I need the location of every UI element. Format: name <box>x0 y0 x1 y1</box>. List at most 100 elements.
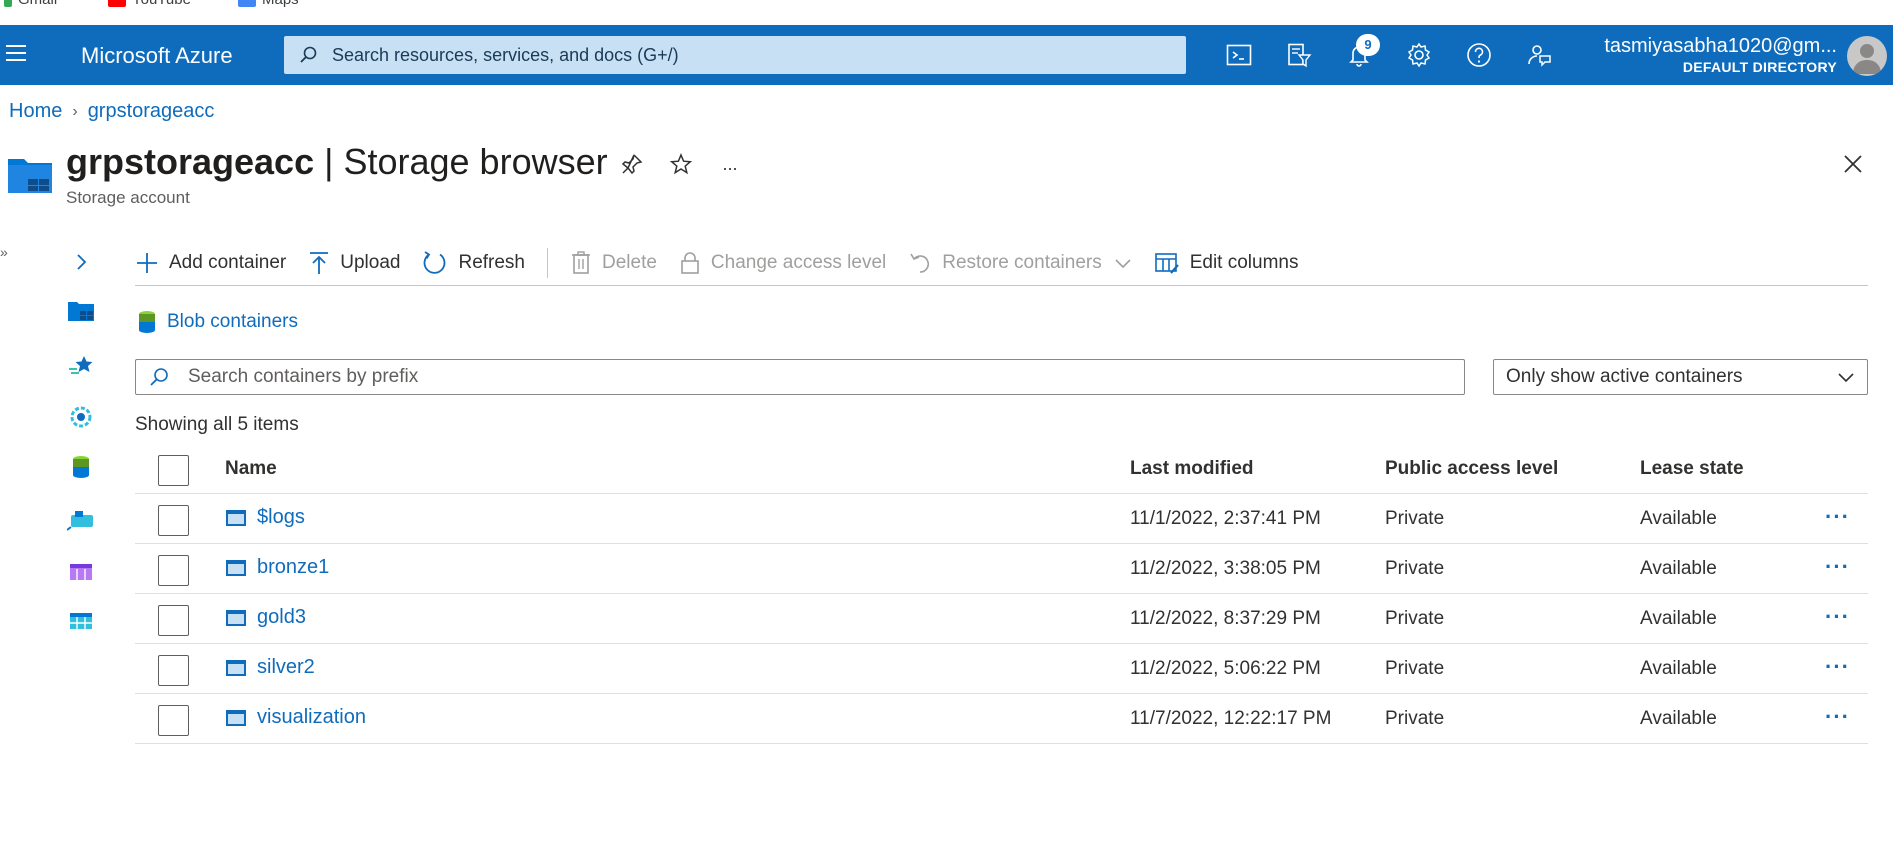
row-more-actions-icon[interactable]: ··· <box>1825 654 1850 680</box>
edit-columns-button[interactable]: Edit columns <box>1154 251 1299 275</box>
delete-label: Delete <box>602 251 657 273</box>
delete-button[interactable]: Delete <box>570 250 657 275</box>
column-header-name[interactable]: Name <box>225 458 277 480</box>
storage-account-icon[interactable] <box>66 296 96 326</box>
command-divider <box>547 247 548 278</box>
undo-icon <box>910 253 930 273</box>
row-checkbox[interactable] <box>158 605 189 636</box>
global-search-input[interactable]: Search resources, services, and docs (G+… <box>284 36 1186 74</box>
feedback-icon[interactable] <box>1524 40 1554 70</box>
column-header-lease-state[interactable]: Lease state <box>1640 458 1744 480</box>
access-level-cell: Private <box>1385 558 1445 579</box>
row-checkbox[interactable] <box>158 655 189 686</box>
breadcrumb-resource[interactable]: grpstorageacc <box>88 100 215 123</box>
add-container-label: Add container <box>169 251 287 273</box>
chevron-down-icon <box>1115 258 1131 268</box>
chevron-down-icon <box>1838 373 1854 383</box>
cloud-shell-icon[interactable] <box>1224 40 1254 70</box>
recent-icon[interactable] <box>66 402 96 432</box>
blob-containers-icon <box>139 311 155 333</box>
gmail-icon <box>4 0 12 7</box>
blob-containers-breadcrumb[interactable]: Blob containers <box>137 310 298 334</box>
queues-icon[interactable] <box>66 557 96 587</box>
container-name-link[interactable]: $logs <box>225 506 305 529</box>
title-separator: | <box>314 141 344 182</box>
brand-title[interactable]: Microsoft Azure <box>81 43 233 69</box>
rail-expand-chevron-icon[interactable] <box>66 247 96 277</box>
lease-state-cell: Available <box>1640 508 1717 529</box>
row-checkbox[interactable] <box>158 505 189 536</box>
container-name-link[interactable]: visualization <box>225 706 366 729</box>
lease-state-cell: Available <box>1640 658 1717 679</box>
user-directory: DEFAULT DIRECTORY <box>1682 59 1837 75</box>
table-row[interactable]: gold3 11/2/2022, 8:37:29 PM Private Avai… <box>135 594 1868 644</box>
edit-columns-label: Edit columns <box>1189 251 1299 273</box>
favorites-icon[interactable] <box>66 350 96 380</box>
prefix-search-placeholder: Search containers by prefix <box>188 366 419 387</box>
table-row[interactable]: visualization 11/7/2022, 12:22:17 PM Pri… <box>135 694 1868 744</box>
avatar[interactable] <box>1847 36 1887 76</box>
blob-containers-icon[interactable] <box>66 452 96 482</box>
star-icon[interactable] <box>669 152 693 176</box>
access-level-cell: Private <box>1385 608 1445 629</box>
azure-top-bar: Microsoft Azure Search resources, servic… <box>0 25 1893 85</box>
container-name-link[interactable]: bronze1 <box>225 556 329 579</box>
row-more-actions-icon[interactable]: ··· <box>1825 504 1850 530</box>
tables-icon[interactable] <box>66 606 96 636</box>
refresh-button[interactable]: Refresh <box>422 250 525 276</box>
row-checkbox[interactable] <box>158 705 189 736</box>
expand-menu-icon[interactable]: » <box>0 244 8 260</box>
row-more-actions-icon[interactable]: ··· <box>1825 704 1850 730</box>
upload-button[interactable]: Upload <box>308 251 400 275</box>
breadcrumb: Home › grpstorageacc <box>9 100 214 123</box>
notification-badge: 9 <box>1356 34 1380 56</box>
container-name: gold3 <box>257 606 306 628</box>
command-bar: Add container Upload Refresh Delete Chan… <box>135 240 1868 286</box>
last-modified-cell: 11/7/2022, 12:22:17 PM <box>1130 708 1332 729</box>
resource-name: grpstorageacc <box>66 141 315 182</box>
breadcrumb-home[interactable]: Home <box>9 100 62 123</box>
access-level-cell: Private <box>1385 508 1445 529</box>
more-options-icon[interactable]: ... <box>718 152 742 176</box>
settings-icon[interactable] <box>1404 40 1434 70</box>
bookmark-youtube[interactable]: YouTube <box>108 0 191 8</box>
edit-columns-icon <box>1154 252 1179 274</box>
table-row[interactable]: bronze1 11/2/2022, 3:38:05 PM Private Av… <box>135 544 1868 594</box>
container-name: $logs <box>257 506 305 528</box>
access-level-cell: Private <box>1385 658 1445 679</box>
row-more-actions-icon[interactable]: ··· <box>1825 554 1850 580</box>
file-shares-icon[interactable] <box>66 504 96 534</box>
row-checkbox[interactable] <box>158 555 189 586</box>
page-title: grpstorageacc | Storage browser <box>66 141 608 183</box>
column-header-access-level[interactable]: Public access level <box>1385 458 1558 480</box>
chevron-right-icon: › <box>72 102 78 120</box>
table-row[interactable]: $logs 11/1/2022, 2:37:41 PM Private Avai… <box>135 494 1868 544</box>
bookmark-gmail[interactable]: Gmail <box>4 0 57 8</box>
container-name-link[interactable]: silver2 <box>225 656 315 679</box>
container-name: silver2 <box>257 656 315 678</box>
lock-icon <box>681 251 699 274</box>
column-header-last-modified[interactable]: Last modified <box>1130 458 1254 480</box>
blob-containers-label: Blob containers <box>167 311 298 332</box>
select-all-checkbox[interactable] <box>158 455 189 486</box>
add-container-button[interactable]: Add container <box>135 251 286 275</box>
container-status-dropdown[interactable]: Only show active containers <box>1493 359 1868 395</box>
container-prefix-search-input[interactable]: Search containers by prefix <box>135 359 1465 395</box>
help-icon[interactable] <box>1464 40 1494 70</box>
row-more-actions-icon[interactable]: ··· <box>1825 604 1850 630</box>
restore-containers-button[interactable]: Restore containers <box>908 251 1131 275</box>
table-row[interactable]: silver2 11/2/2022, 5:06:22 PM Private Av… <box>135 644 1868 694</box>
portal-menu-icon[interactable] <box>6 45 26 61</box>
pin-icon[interactable] <box>620 152 644 176</box>
container-icon <box>226 659 246 676</box>
directory-filter-icon[interactable] <box>1284 40 1314 70</box>
container-icon <box>226 609 246 626</box>
change-access-level-button[interactable]: Change access level <box>679 251 886 275</box>
container-name-link[interactable]: gold3 <box>225 606 306 629</box>
account-menu[interactable]: tasmiyasabha1020@gm... DEFAULT DIRECTORY <box>1604 35 1837 75</box>
trash-icon <box>572 250 590 274</box>
container-icon <box>226 709 246 726</box>
bookmark-maps[interactable]: Maps <box>238 0 299 8</box>
container-name: visualization <box>257 706 366 728</box>
close-icon[interactable] <box>1841 152 1865 176</box>
